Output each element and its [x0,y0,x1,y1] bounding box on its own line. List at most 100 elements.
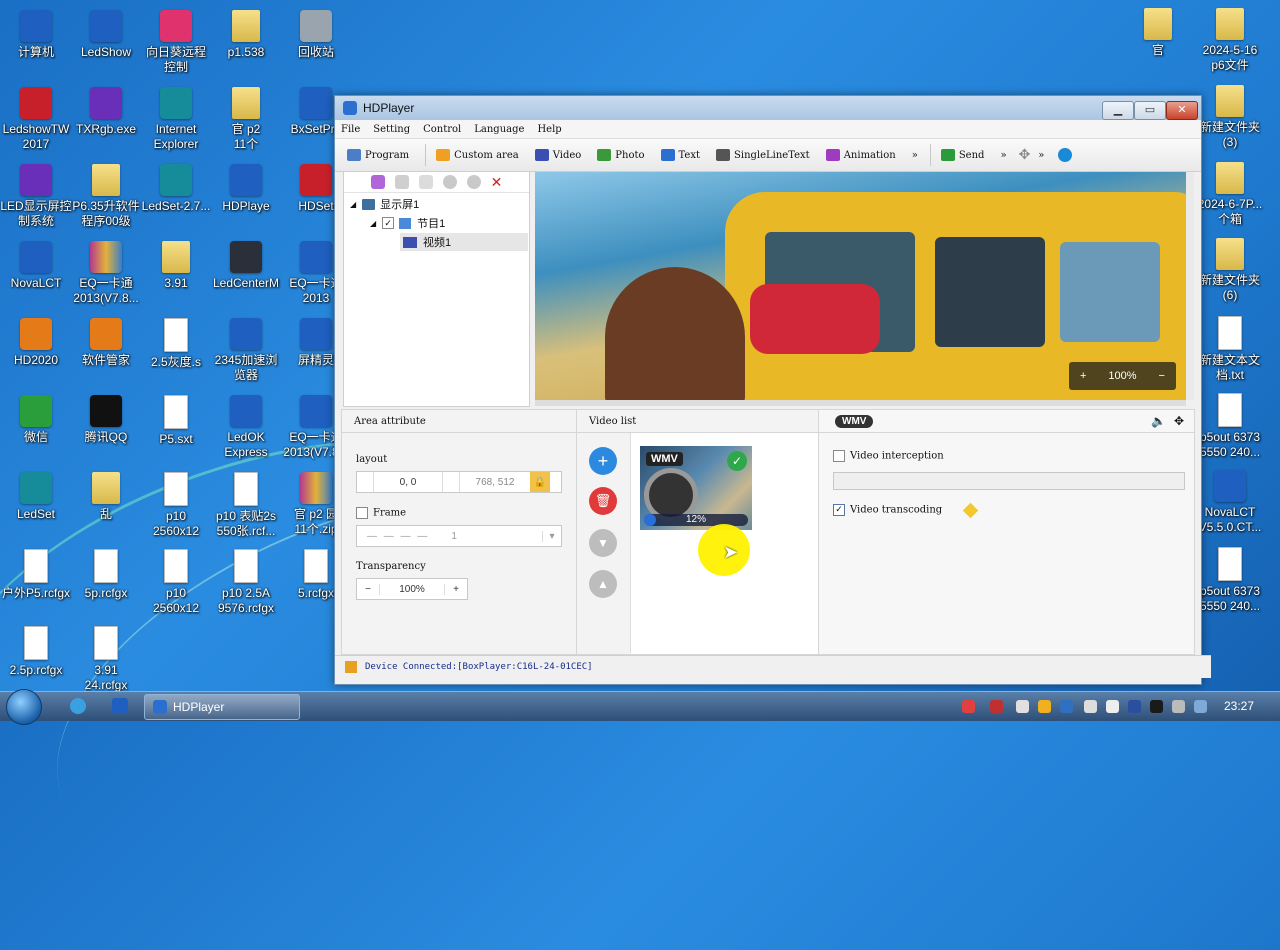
fit-icon[interactable]: ✥ [1174,414,1184,428]
desktop-icon[interactable]: p10 2.5A 9576.rcfgx [208,549,284,616]
menu-setting[interactable]: Setting [373,124,410,135]
desktop-icon[interactable]: P5.sxt [138,395,214,447]
desktop-icon[interactable]: 新建文本文 档.txt [1192,316,1268,383]
desktop-icon[interactable]: 软件管家 [68,318,144,368]
text-button[interactable]: Text [660,149,700,161]
toolbar-more-button[interactable]: » [912,150,918,161]
desktop-icon[interactable]: 3.91 24.rcfgx [68,626,144,693]
interception-range-field[interactable] [833,472,1185,490]
desktop-icon[interactable]: NovaLCT V5.5.0.CT... [1192,470,1268,535]
title-bar[interactable]: HDPlayer [335,96,1201,120]
position-input[interactable]: 0, 0 [374,477,442,488]
desktop-icon[interactable]: 官 p2 11个 [208,87,284,152]
desktop-icon[interactable]: 2.5p.rcfgx [0,626,74,678]
video-preview[interactable]: + 100% − [535,172,1186,400]
move-up-icon[interactable] [442,175,457,189]
delete-icon[interactable]: ✕ [491,174,503,191]
desktop-icon[interactable]: LedshowTW 2017 [0,87,74,152]
photo-button[interactable]: Photo [597,149,645,161]
menu-control[interactable]: Control [423,124,461,135]
tray-icon-9[interactable] [1150,700,1163,713]
video-button[interactable]: Video [534,149,581,161]
log-icon[interactable] [345,661,357,673]
desktop-icon[interactable]: 5p.rcfgx [68,549,144,601]
menu-help[interactable]: Help [537,124,561,135]
tree-item-program[interactable]: ◢ ✓ 节目1 [370,215,445,231]
desktop-icon[interactable]: EQ一卡通 2013(V7.8... [68,241,144,306]
desktop-icon[interactable]: HD2020 [0,318,74,368]
warning-icon[interactable] [963,502,979,518]
chevron-down-icon[interactable]: ▾ [542,530,561,542]
tray-icon-10[interactable] [1172,700,1185,713]
ie-taskbar-icon[interactable] [70,698,86,714]
menu-file[interactable]: File [341,124,360,135]
paste-icon[interactable] [418,175,433,189]
desktop-icon[interactable]: 2024-5-16 p6文件 [1192,8,1268,73]
select-all-icon[interactable] [370,175,385,189]
program-checkbox[interactable]: ✓ [382,217,395,229]
desktop-icon[interactable]: LedShow [68,10,144,60]
collapse-arrow-icon[interactable]: ◢ [350,200,356,209]
desktop-icon[interactable]: HDPlaye [208,164,284,214]
network-tray-icon[interactable] [1084,700,1097,713]
shield-tray-icon[interactable] [1060,700,1073,713]
program-button[interactable]: Program [347,149,409,161]
desktop-icon[interactable]: TXRgb.exe [68,87,144,137]
taskbar-hdplayer[interactable]: HDPlayer [144,694,300,720]
frame-select[interactable]: — — — — 1 ▾ [356,525,562,547]
tray-icon-2[interactable] [990,700,1003,713]
decrease-button[interactable]: − [357,583,380,595]
sogou-tray-icon[interactable] [962,700,975,713]
desktop-icon[interactable]: 计算机 [0,10,74,60]
desktop-icon[interactable]: 2345加速浏 览器 [208,318,284,383]
move-up-button[interactable]: ▲ [589,570,617,598]
copy-icon[interactable] [394,175,409,189]
desktop-icon[interactable]: 乱 [68,472,144,522]
collapse-arrow-icon[interactable]: ◢ [370,219,376,228]
desktop-icon[interactable]: 向日葵远程 控制 [138,10,214,75]
desktop-icon[interactable]: p10 2560x12 [138,549,214,616]
maximize-button[interactable]: ▭ [1134,101,1166,120]
desktop-icon[interactable]: 3.91 [138,241,214,291]
transparency-stepper[interactable]: − 100% + [356,578,468,600]
volume-icon[interactable]: 🔈 [1151,414,1166,428]
video-thumbnail[interactable]: WMV ✓ 12% [640,446,752,530]
add-video-button[interactable]: + [589,447,617,475]
desktop-icon[interactable]: p10 2560x12 [138,472,214,539]
interception-checkbox[interactable] [833,450,845,462]
toolbar-more-button-2[interactable]: » [1000,150,1006,161]
desktop-icon[interactable]: p10 表贴2s 550张.rcf... [208,472,284,539]
video-interception-option[interactable]: Video interception [833,450,944,462]
move-down-icon[interactable] [466,175,481,189]
desktop-icon[interactable]: 回收站 [278,10,354,60]
video-transcoding-option[interactable]: ✓ Video transcoding [833,502,979,518]
move-down-button[interactable]: ▼ [589,529,617,557]
close-button[interactable]: ✕ [1166,101,1198,120]
size-input[interactable]: 768, 512 [460,477,530,488]
increase-button[interactable]: + [444,583,467,595]
zoom-in-button[interactable]: + [1080,370,1086,382]
transcoding-checkbox[interactable]: ✓ [833,504,845,516]
desktop-icon[interactable]: 微信 [0,395,74,445]
novalct-taskbar-icon[interactable] [112,698,128,714]
clock[interactable]: 23:27 [1224,699,1254,713]
desktop-icon[interactable]: 官 [1120,8,1196,58]
singlelinetext-button[interactable]: SingleLineText [716,149,810,161]
play-icon[interactable] [1058,148,1073,162]
desktop-icon[interactable]: p1.538 [208,10,284,60]
desktop-icon[interactable]: NovaLCT [0,241,74,291]
sound-tray-icon[interactable] [1106,700,1119,713]
tray-icon-11[interactable] [1194,700,1207,713]
desktop-icon[interactable]: p5out 6373 5550 240... [1192,393,1268,460]
desktop-icon[interactable]: P6.35升软件 程序00级 [68,164,144,229]
toolbar-more-button-3[interactable]: » [1038,150,1044,161]
desktop-icon[interactable]: LED显示屏控 制系统 [0,164,74,229]
tray-icon-3[interactable] [1016,700,1029,713]
desktop-icon[interactable]: 新建文件夹 (3) [1192,85,1268,150]
animation-button[interactable]: Animation [825,149,896,161]
tree-item-screen[interactable]: ◢ 显示屏1 [350,196,419,212]
menu-language[interactable]: Language [474,124,524,135]
desktop-icon[interactable]: LedSet-2.7... [138,164,214,214]
lock-icon[interactable]: 🔒 [530,472,550,492]
desktop-icon[interactable]: LedCenterM [208,241,284,291]
